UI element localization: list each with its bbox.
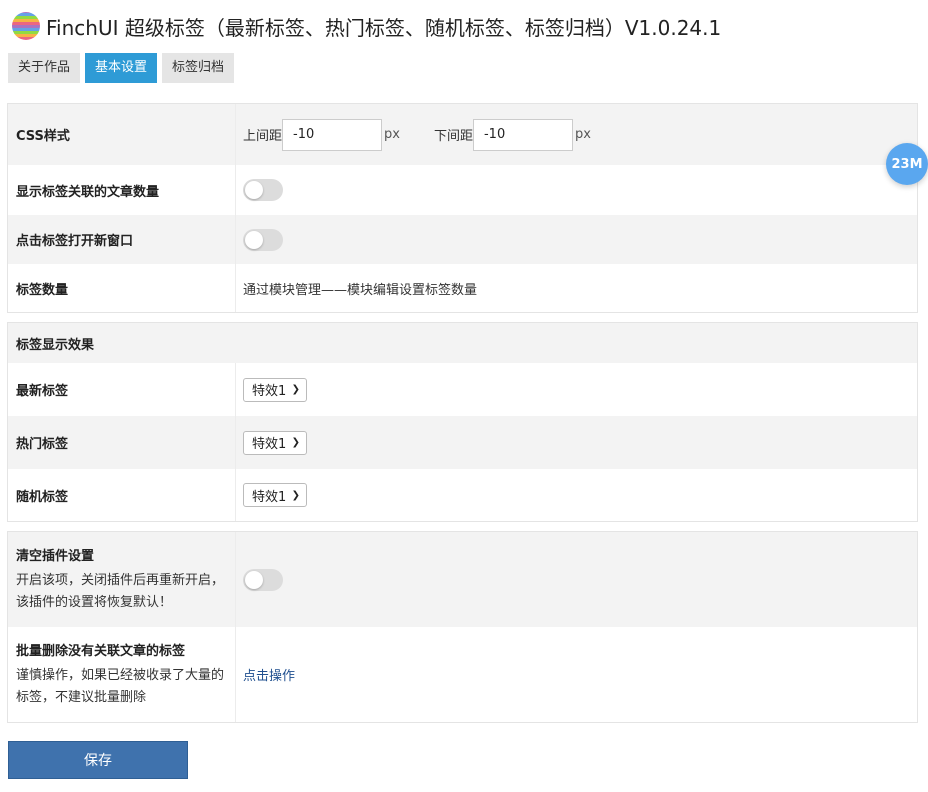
bulk-delete-row: 批量删除没有关联文章的标签 谨慎操作，如果已经被收录了大量的标签，不建议批量删除…	[8, 627, 917, 722]
toggle-knob	[245, 230, 263, 249]
clear-settings-toggle[interactable]	[243, 568, 283, 591]
select-value: 特效1	[252, 384, 287, 399]
random-tags-select[interactable]: 特效1 ❯	[243, 483, 307, 507]
basic-settings-panel: CSS样式 上间距 px 下间距 px 显示标签关联的文章数量 点击标签打开新窗…	[7, 103, 918, 313]
top-margin-input[interactable]	[282, 118, 383, 151]
css-style-row: CSS样式 上间距 px 下间距 px	[8, 104, 917, 165]
hot-tags-row: 热门标签 特效1 ❯	[8, 416, 917, 469]
random-tags-row: 随机标签 特效1 ❯	[8, 469, 917, 521]
hot-tags-select[interactable]: 特效1 ❯	[243, 430, 307, 455]
tab-about[interactable]: 关于作品	[8, 53, 81, 83]
bulk-delete-link[interactable]: 点击操作	[243, 665, 295, 684]
css-style-label: CSS样式	[8, 104, 236, 165]
clear-settings-desc: 开启该项，关闭插件后再重新开启，该插件的设置将恢复默认！	[16, 573, 225, 610]
new-window-toggle[interactable]	[243, 228, 283, 251]
chevron-down-icon: ❯	[291, 489, 300, 501]
top-margin-label: 上间距	[243, 129, 283, 144]
tag-effects-panel: 标签显示效果 最新标签 特效1 ❯ 热门标签 特效1 ❯ 随机标签 特效1 ❯	[7, 322, 918, 522]
effects-header-row: 标签显示效果	[8, 323, 917, 363]
chevron-down-icon: ❯	[291, 437, 300, 448]
new-window-row: 点击标签打开新窗口	[8, 215, 917, 264]
show-count-label: 显示标签关联的文章数量	[8, 165, 236, 215]
select-value: 特效1	[252, 437, 287, 452]
tab-bar: 关于作品 基本设置 标签归档	[8, 53, 239, 83]
latest-tags-label: 最新标签	[8, 363, 236, 416]
hot-tags-label: 热门标签	[8, 416, 236, 469]
latest-tags-row: 最新标签 特效1 ❯	[8, 363, 917, 416]
toggle-knob	[245, 570, 263, 589]
bulk-delete-label: 批量删除没有关联文章的标签	[16, 644, 186, 659]
rainbow-sphere-icon	[12, 12, 40, 40]
save-button[interactable]: 保存	[8, 741, 188, 779]
random-tags-label: 随机标签	[8, 469, 236, 521]
clear-settings-label: 清空插件设置	[16, 549, 95, 564]
memory-badge[interactable]: 23M	[886, 143, 928, 185]
select-value: 特效1	[252, 489, 287, 505]
tag-count-row: 标签数量 通过模块管理——模块编辑设置标签数量	[8, 264, 917, 312]
reset-panel: 清空插件设置 开启该项，关闭插件后再重新开启，该插件的设置将恢复默认！ 批量删除…	[7, 531, 918, 723]
top-margin-unit: px	[384, 127, 400, 142]
tab-tag-archive[interactable]: 标签归档	[162, 53, 235, 83]
toggle-knob	[245, 181, 263, 199]
page-title: FinchUI 超级标签（最新标签、热门标签、随机标签、标签归档）V1.0.24…	[46, 15, 722, 40]
tag-count-text: 通过模块管理——模块编辑设置标签数量	[243, 282, 478, 298]
latest-tags-select[interactable]: 特效1 ❯	[243, 377, 307, 402]
clear-settings-row: 清空插件设置 开启该项，关闭插件后再重新开启，该插件的设置将恢复默认！	[8, 532, 917, 627]
bottom-margin-unit: px	[574, 127, 591, 142]
bottom-margin-label: 下间距	[433, 129, 473, 144]
bulk-delete-desc: 谨慎操作，如果已经被收录了大量的标签，不建议批量删除	[16, 668, 225, 705]
chevron-down-icon: ❯	[291, 384, 300, 395]
page-header: FinchUI 超级标签（最新标签、热门标签、随机标签、标签归档）V1.0.24…	[12, 12, 721, 40]
show-count-row: 显示标签关联的文章数量	[8, 165, 917, 215]
tab-basic-settings[interactable]: 基本设置	[85, 53, 158, 83]
bottom-margin-input[interactable]	[472, 118, 573, 151]
effects-section-title: 标签显示效果	[16, 337, 95, 353]
show-count-toggle[interactable]	[243, 179, 283, 201]
new-window-label: 点击标签打开新窗口	[8, 215, 236, 264]
tag-count-label: 标签数量	[8, 264, 236, 312]
